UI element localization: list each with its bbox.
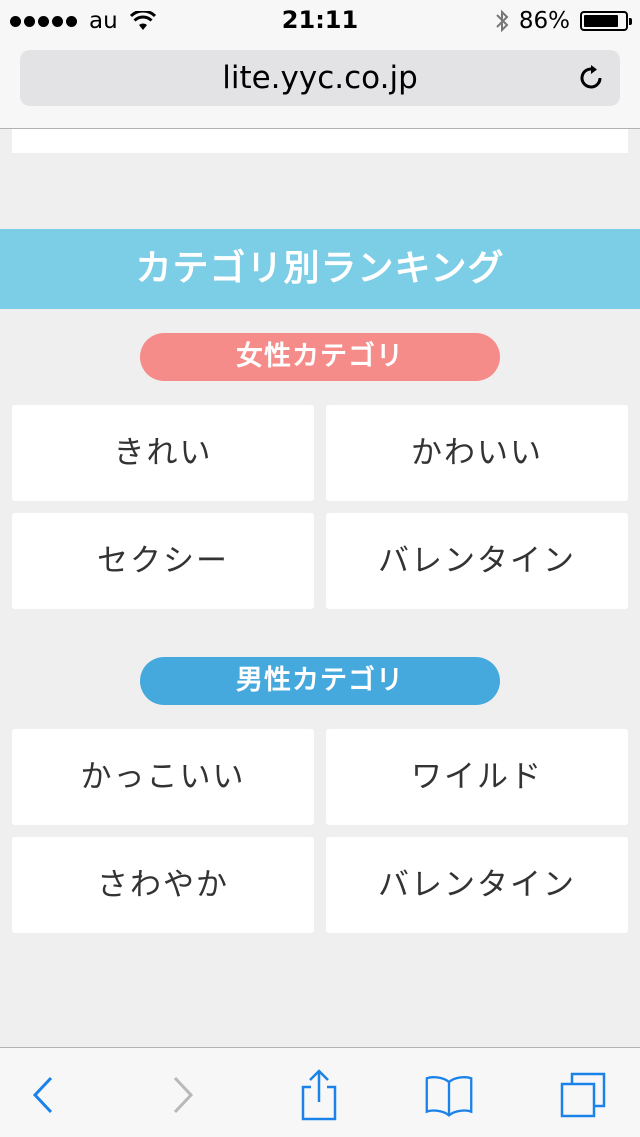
back-button[interactable] <box>18 1070 68 1120</box>
male-category-kakkoii[interactable]: かっこいい <box>12 729 314 825</box>
ranking-section-title: カテゴリ別ランキング <box>0 229 640 309</box>
previous-card-bottom <box>12 129 628 153</box>
male-category-wild[interactable]: ワイルド <box>326 729 628 825</box>
battery-icon <box>580 11 632 31</box>
female-category-valentine[interactable]: バレンタイン <box>326 513 628 609</box>
bluetooth-icon <box>496 9 509 33</box>
reload-icon[interactable] <box>576 63 606 93</box>
bookmarks-button[interactable] <box>424 1070 474 1120</box>
tabs-button[interactable] <box>558 1070 608 1120</box>
female-category-kawaii[interactable]: かわいい <box>326 405 628 501</box>
male-category-label: 男性カテゴリ <box>140 657 500 705</box>
tabs-icon[interactable] <box>558 1070 608 1120</box>
back-icon[interactable] <box>31 1075 55 1115</box>
share-icon[interactable] <box>297 1067 341 1123</box>
status-right: 86% <box>495 8 632 34</box>
battery-percent: 86% <box>518 8 570 34</box>
forward-icon[interactable] <box>171 1075 195 1115</box>
address-bar[interactable]: lite.yyc.co.jp <box>20 50 620 106</box>
male-category-valentine[interactable]: バレンタイン <box>326 837 628 933</box>
browser-toolbar <box>0 1047 640 1137</box>
female-category-label: 女性カテゴリ <box>140 333 500 381</box>
bookmarks-icon[interactable] <box>424 1071 474 1119</box>
browser-address-area: lite.yyc.co.jp <box>0 40 640 129</box>
share-button[interactable] <box>294 1067 344 1123</box>
url-text[interactable]: lite.yyc.co.jp <box>20 60 620 96</box>
status-bar: au 21:11 86% <box>0 0 640 40</box>
battery-fill <box>584 15 618 27</box>
forward-button[interactable] <box>158 1070 208 1120</box>
female-category-sexy[interactable]: セクシー <box>12 513 314 609</box>
female-category-kirei[interactable]: きれい <box>12 405 314 501</box>
male-category-sawayaka[interactable]: さわやか <box>12 837 314 933</box>
